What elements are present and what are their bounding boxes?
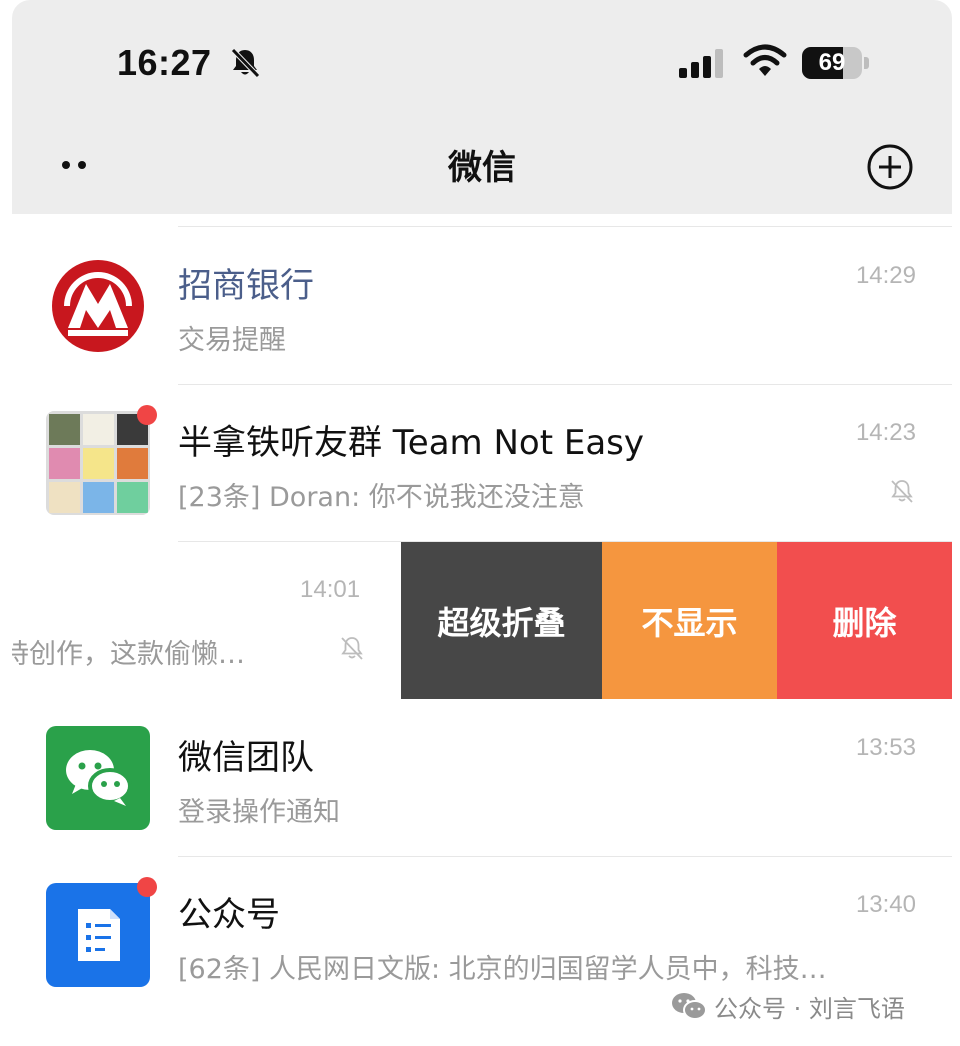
- wifi-icon: [743, 44, 787, 76]
- group-avatar: [46, 411, 150, 515]
- wechat-icon: [672, 993, 707, 1020]
- official-accounts-avatar: [46, 883, 150, 987]
- document-icon: [78, 909, 120, 961]
- chat-row-swiped[interactable]: 14:01 持创作，这款偷懒… 超级折叠 不显示 删除: [12, 542, 952, 699]
- chat-row-wechat-team[interactable]: 微信团队 登录操作通知 13:53: [12, 700, 952, 857]
- hide-button[interactable]: 不显示: [602, 542, 777, 699]
- chat-time: 13:53: [855, 734, 916, 761]
- mute-icon: [231, 48, 260, 78]
- chat-row-cmb[interactable]: 招商银行 交易提醒 14:29: [12, 228, 952, 385]
- swiped-chat-content[interactable]: 14:01 持创作，这款偷懒…: [12, 542, 401, 699]
- unread-badge: [137, 877, 157, 897]
- battery-body: 69: [802, 47, 862, 79]
- mute-icon: [341, 637, 363, 660]
- chat-preview: 持创作，这款偷懒…: [12, 639, 245, 670]
- chat-preview: 交易提醒: [178, 325, 286, 356]
- wechat-team-avatar: [46, 726, 150, 830]
- watermark: 公众号 · 刘言飞语: [670, 988, 905, 1024]
- chat-title: 微信团队: [178, 738, 314, 778]
- watermark-text: 公众号 · 刘言飞语: [714, 994, 905, 1023]
- unread-badge: [137, 405, 157, 425]
- chat-preview: [62条] 人民网日文版: 北京的归国留学人员中，科技…: [178, 954, 827, 985]
- chat-time: 14:23: [855, 419, 916, 446]
- status-time: 16:27: [117, 42, 212, 83]
- battery-percent: 69: [818, 49, 846, 76]
- signal-icon: [679, 49, 723, 78]
- wechat-icon: [66, 750, 132, 806]
- page-title: 微信: [448, 148, 516, 188]
- bank-logo-avatar: [52, 260, 144, 352]
- battery-icon: 69: [802, 47, 870, 79]
- super-fold-button[interactable]: 超级折叠: [401, 542, 602, 699]
- battery-nub: [864, 57, 869, 69]
- plus-circle-icon[interactable]: [866, 143, 914, 191]
- delete-button[interactable]: 删除: [777, 542, 952, 699]
- chat-preview: [23条] Doran: 你不说我还没注意: [178, 482, 585, 513]
- chat-time: 13:40: [855, 891, 916, 918]
- chat-time: 14:01: [300, 576, 361, 603]
- chat-title: 招商银行: [178, 266, 314, 306]
- chat-title: 半拿铁听友群 Team Not Easy: [178, 423, 645, 463]
- top-bar: 16:27 69 微信: [12, 0, 952, 214]
- wechat-screen: 16:27 69 微信 招商银行 交易提醒 14:29 半拿铁听友群 Team …: [12, 0, 952, 1046]
- chat-preview: 登录操作通知: [178, 797, 340, 828]
- mute-icon: [891, 480, 913, 503]
- chat-row-group[interactable]: 半拿铁听友群 Team Not Easy [23条] Doran: 你不说我还没…: [12, 385, 952, 542]
- divider: [178, 226, 952, 227]
- chat-title: 公众号: [178, 895, 280, 935]
- chat-time: 14:29: [855, 262, 916, 289]
